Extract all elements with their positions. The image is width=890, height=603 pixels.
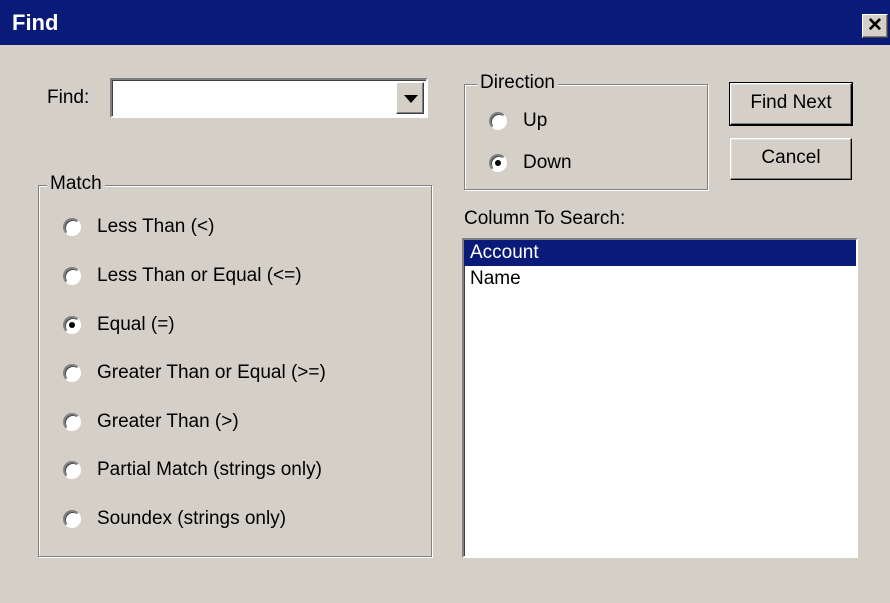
match-option-partial-match[interactable]: Partial Match (strings only) — [63, 459, 322, 481]
direction-option-up[interactable]: Up — [489, 110, 547, 132]
radio-button[interactable] — [63, 267, 81, 285]
match-option-less-than[interactable]: Less Than (<) — [63, 216, 214, 238]
match-option-label: Greater Than (>) — [97, 411, 239, 432]
match-option-greater-than[interactable]: Greater Than (>) — [63, 411, 239, 433]
list-item-name[interactable]: Name — [464, 266, 856, 292]
radio-button[interactable] — [63, 413, 81, 431]
find-dialog: Find ✕ Find: Match Less Than (<) Less Th… — [0, 0, 890, 603]
match-option-less-than-or-equal[interactable]: Less Than or Equal (<=) — [63, 265, 302, 287]
radio-button[interactable] — [63, 364, 81, 382]
radio-button[interactable] — [489, 154, 507, 172]
radio-button[interactable] — [63, 510, 81, 528]
find-combobox[interactable] — [110, 78, 428, 118]
radio-button[interactable] — [489, 112, 507, 130]
list-item-account[interactable]: Account — [464, 240, 856, 266]
match-option-label: Partial Match (strings only) — [97, 459, 322, 480]
cancel-button[interactable]: Cancel — [730, 138, 852, 180]
find-dropdown-button[interactable] — [396, 82, 424, 114]
close-icon[interactable]: ✕ — [862, 14, 888, 38]
title-bar[interactable]: Find ✕ — [0, 0, 890, 45]
match-option-label: Soundex (strings only) — [97, 508, 287, 529]
chevron-down-icon — [404, 95, 418, 103]
radio-selected-dot — [69, 322, 75, 328]
match-option-soundex[interactable]: Soundex (strings only) — [63, 508, 286, 530]
direction-legend: Direction — [477, 72, 558, 94]
find-label: Find: — [47, 87, 90, 108]
match-option-greater-than-or-equal[interactable]: Greater Than or Equal (>=) — [63, 362, 326, 384]
find-next-button[interactable]: Find Next — [729, 82, 853, 126]
match-option-label: Equal (=) — [97, 314, 175, 335]
direction-option-label: Down — [523, 152, 572, 173]
radio-button[interactable] — [63, 316, 81, 334]
column-to-search-label: Column To Search: — [464, 208, 626, 229]
direction-option-down[interactable]: Down — [489, 152, 572, 174]
match-option-equal[interactable]: Equal (=) — [63, 314, 175, 336]
radio-button[interactable] — [63, 461, 81, 479]
radio-selected-dot — [495, 160, 501, 166]
column-to-search-list[interactable]: Account Name — [462, 238, 858, 558]
window-title: Find — [12, 10, 59, 35]
match-option-label: Less Than (<) — [97, 216, 215, 237]
match-option-label: Less Than or Equal (<=) — [97, 265, 302, 286]
radio-button[interactable] — [63, 218, 81, 236]
direction-group: Direction — [464, 72, 708, 190]
match-option-label: Greater Than or Equal (>=) — [97, 362, 326, 383]
match-legend: Match — [47, 173, 105, 195]
direction-option-label: Up — [523, 110, 548, 131]
